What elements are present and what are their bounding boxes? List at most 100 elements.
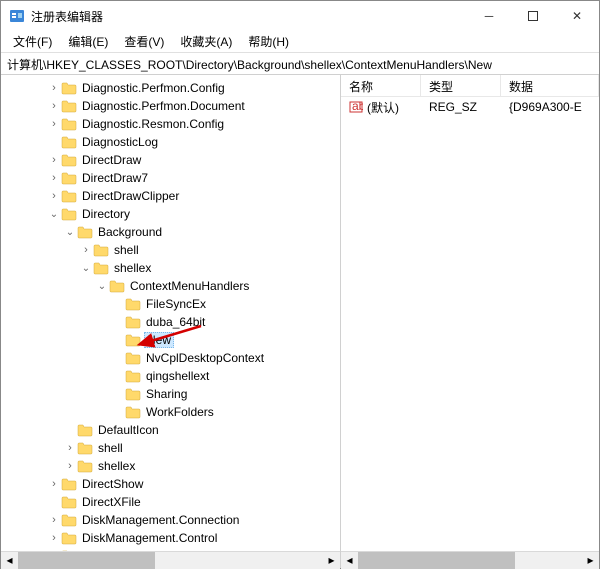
tree[interactable]: ›Diagnostic.Perfmon.Config›Diagnostic.Pe… xyxy=(1,75,340,551)
tree-node[interactable]: ›shell xyxy=(1,241,340,259)
menu-view[interactable]: 查看(V) xyxy=(118,31,170,52)
close-button[interactable]: ✕ xyxy=(555,1,599,31)
chevron-down-icon[interactable]: ⌄ xyxy=(47,209,61,220)
tree-node-label: shellex xyxy=(96,459,137,473)
chevron-right-icon[interactable]: › xyxy=(63,460,77,472)
tree-node-label: DirectDrawClipper xyxy=(80,189,181,203)
tree-node[interactable]: ⌄Background xyxy=(1,223,340,241)
tree-node[interactable]: qingshellext xyxy=(1,367,340,385)
tree-node-label: New xyxy=(144,332,174,348)
chevron-right-icon[interactable]: › xyxy=(47,532,61,544)
address-bar[interactable]: 计算机\HKEY_CLASSES_ROOT\Directory\Backgrou… xyxy=(1,53,599,75)
tree-node[interactable]: ›DiskManagement.Connection xyxy=(1,511,340,529)
scroll-right-arrow[interactable]: ▸ xyxy=(582,552,599,569)
maximize-button[interactable] xyxy=(511,1,555,31)
list-row[interactable]: ab (默认) REG_SZ {D969A300-E xyxy=(341,97,599,117)
tree-node[interactable]: › DiskManagement.Control xyxy=(1,529,340,547)
tree-hscrollbar[interactable]: ◂ ▸ xyxy=(1,551,340,568)
tree-node-label: shell xyxy=(96,441,125,455)
tree-node-label: DirectDraw xyxy=(80,153,143,167)
chevron-right-icon[interactable]: › xyxy=(47,154,61,166)
tree-node[interactable]: › DirectShow xyxy=(1,475,340,493)
menu-edit[interactable]: 编辑(E) xyxy=(62,31,114,52)
chevron-right-icon[interactable]: › xyxy=(47,478,61,490)
folder-icon xyxy=(61,171,77,185)
tree-node[interactable]: ›DiskManagement.DataObject xyxy=(1,547,340,551)
chevron-right-icon[interactable]: › xyxy=(47,514,61,526)
scroll-left-arrow[interactable]: ◂ xyxy=(1,552,18,569)
col-data[interactable]: 数据 xyxy=(501,75,599,96)
folder-icon xyxy=(61,189,77,203)
window-controls: ─ ✕ xyxy=(467,1,599,31)
value-data: {D969A300-E xyxy=(501,100,599,114)
menu-help[interactable]: 帮助(H) xyxy=(242,31,295,52)
scroll-thumb[interactable] xyxy=(358,552,515,569)
list-hscrollbar[interactable]: ◂ ▸ xyxy=(341,551,599,568)
tree-node[interactable]: › DirectDraw7 xyxy=(1,169,340,187)
tree-node-label: shellex xyxy=(112,261,153,275)
tree-node-label: Diagnostic.Perfmon.Document xyxy=(80,99,247,113)
tree-node-label: DirectDraw7 xyxy=(80,171,150,185)
menu-favorites[interactable]: 收藏夹(A) xyxy=(174,31,238,52)
tree-node[interactable]: DirectXFile xyxy=(1,493,340,511)
folder-icon xyxy=(61,477,77,491)
folder-icon xyxy=(109,279,125,293)
chevron-right-icon[interactable]: › xyxy=(47,82,61,94)
tree-node[interactable]: › shell xyxy=(1,439,340,457)
chevron-down-icon[interactable]: ⌄ xyxy=(63,227,77,238)
tree-node[interactable]: FileSyncEx xyxy=(1,295,340,313)
tree-node[interactable]: Sharing xyxy=(1,385,340,403)
tree-node[interactable]: ⌄ContextMenuHandlers xyxy=(1,277,340,295)
folder-icon xyxy=(125,369,141,383)
tree-node-label: WorkFolders xyxy=(144,405,216,419)
tree-node[interactable]: NvCplDesktopContext xyxy=(1,349,340,367)
tree-node[interactable]: › Diagnostic.Perfmon.Document xyxy=(1,97,340,115)
tree-node[interactable]: › DirectDrawClipper xyxy=(1,187,340,205)
list-body: ab (默认) REG_SZ {D969A300-E xyxy=(341,97,599,551)
col-type[interactable]: 类型 xyxy=(421,75,501,96)
scroll-thumb[interactable] xyxy=(18,552,155,569)
tree-node[interactable]: DefaultIcon xyxy=(1,421,340,439)
tree-node-label: Sharing xyxy=(144,387,189,401)
chevron-down-icon[interactable]: ⌄ xyxy=(79,263,93,274)
tree-node-label: FileSyncEx xyxy=(144,297,208,311)
scroll-track[interactable] xyxy=(18,552,323,569)
tree-node[interactable]: duba_64bit xyxy=(1,313,340,331)
titlebar: 注册表编辑器 ─ ✕ xyxy=(1,1,599,31)
scroll-track[interactable] xyxy=(358,552,582,569)
tree-node[interactable]: › shellex xyxy=(1,457,340,475)
tree-node[interactable]: DiagnosticLog xyxy=(1,133,340,151)
chevron-right-icon[interactable]: › xyxy=(47,172,61,184)
tree-node[interactable]: ⌄ shellex xyxy=(1,259,340,277)
folder-icon xyxy=(61,513,77,527)
scroll-left-arrow[interactable]: ◂ xyxy=(341,552,358,569)
folder-icon xyxy=(125,297,141,311)
scroll-right-arrow[interactable]: ▸ xyxy=(323,552,340,569)
tree-node[interactable]: New xyxy=(1,331,340,349)
chevron-right-icon[interactable]: › xyxy=(47,100,61,112)
folder-icon xyxy=(61,495,77,509)
tree-node-label: DiskManagement.Control xyxy=(80,531,219,545)
chevron-right-icon[interactable]: › xyxy=(47,190,61,202)
tree-node[interactable]: ›Diagnostic.Resmon.Config xyxy=(1,115,340,133)
chevron-right-icon[interactable]: › xyxy=(79,244,93,256)
value-name: (默认) xyxy=(367,99,399,116)
folder-icon xyxy=(125,387,141,401)
tree-node[interactable]: ⌄ Directory xyxy=(1,205,340,223)
folder-icon xyxy=(125,405,141,419)
tree-node-label: DirectShow xyxy=(80,477,145,491)
tree-node[interactable]: WorkFolders xyxy=(1,403,340,421)
folder-icon xyxy=(77,459,93,473)
folder-icon xyxy=(125,351,141,365)
minimize-button[interactable]: ─ xyxy=(467,1,511,31)
tree-node[interactable]: ›Diagnostic.Perfmon.Config xyxy=(1,79,340,97)
folder-icon xyxy=(61,81,77,95)
folder-icon xyxy=(93,243,109,257)
chevron-right-icon[interactable]: › xyxy=(63,442,77,454)
tree-node-label: Directory xyxy=(80,207,132,221)
col-name[interactable]: 名称 xyxy=(341,75,421,96)
chevron-right-icon[interactable]: › xyxy=(47,118,61,130)
tree-node[interactable]: › DirectDraw xyxy=(1,151,340,169)
menu-file[interactable]: 文件(F) xyxy=(7,31,58,52)
chevron-down-icon[interactable]: ⌄ xyxy=(95,281,109,292)
